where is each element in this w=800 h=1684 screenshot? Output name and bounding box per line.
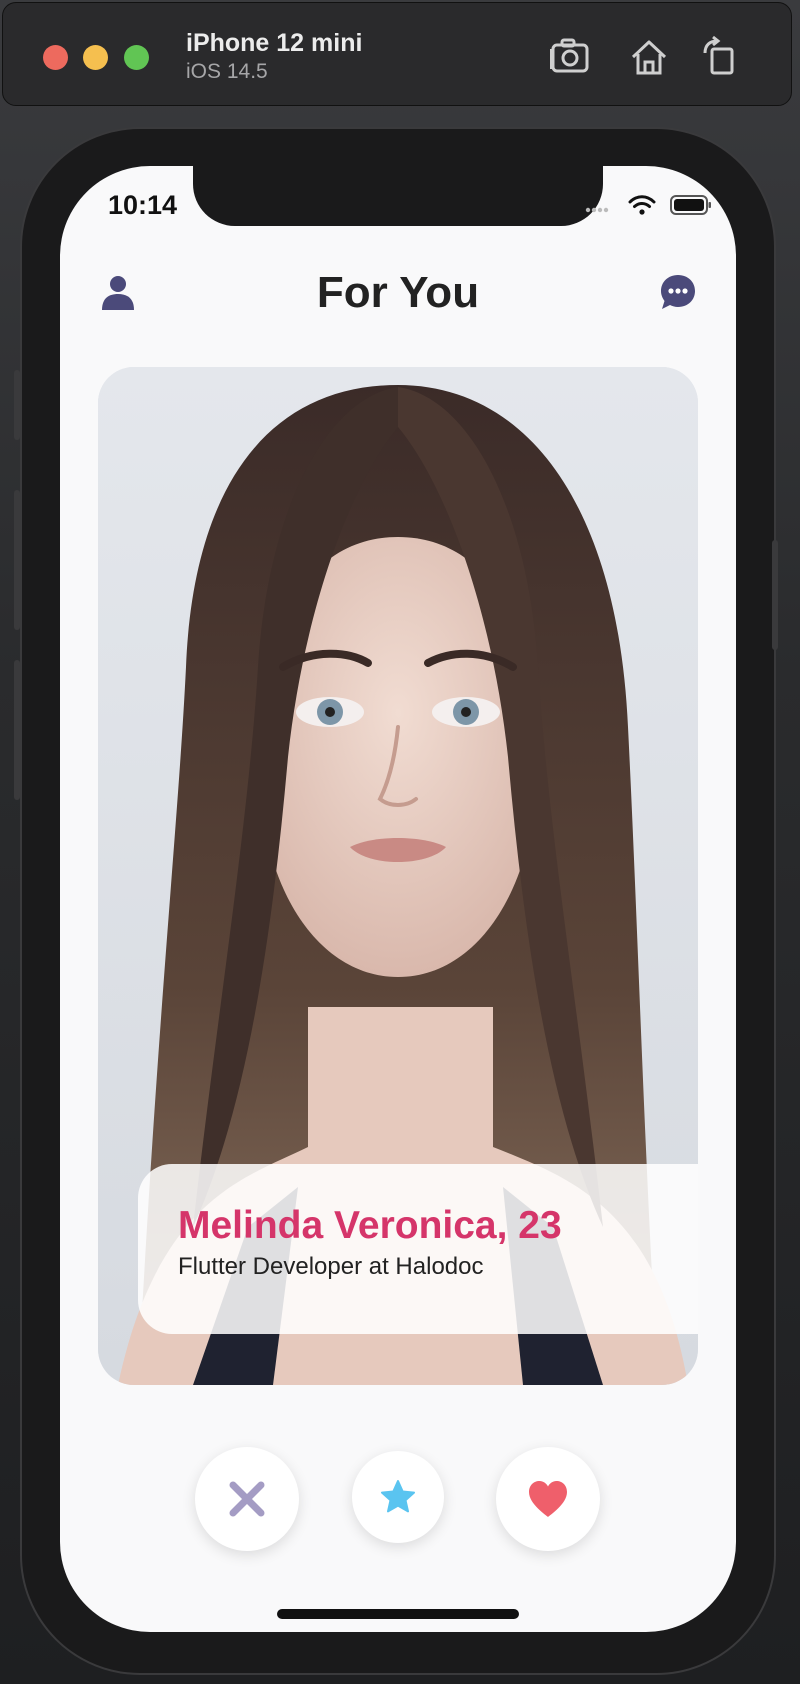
volume-up-button	[14, 490, 20, 630]
wifi-icon	[628, 195, 656, 215]
profile-name-age: Melinda Veronica, 23	[178, 1204, 562, 1247]
home-icon[interactable]	[627, 35, 671, 79]
volume-down-button	[14, 660, 20, 800]
mute-switch	[14, 370, 20, 440]
notch	[193, 166, 603, 226]
status-icons	[584, 192, 712, 218]
phone-screen: 10:14 For You Melinda Veronica, 23 Flutt…	[60, 166, 736, 1632]
status-time: 10:14	[108, 190, 178, 220]
profile-card[interactable]: Melinda Veronica, 23 Flutter Developer a…	[98, 367, 698, 1385]
power-button	[772, 540, 778, 650]
rotate-icon[interactable]	[699, 35, 743, 79]
signal-icon	[585, 207, 609, 213]
close-window-button[interactable]	[43, 45, 68, 70]
superlike-button[interactable]	[352, 1451, 444, 1543]
star-icon	[381, 1480, 415, 1513]
nope-button[interactable]	[195, 1447, 299, 1551]
page-title: For You	[316, 268, 480, 317]
profile-job: Flutter Developer at Halodoc	[178, 1253, 484, 1280]
home-indicator[interactable]	[277, 1609, 519, 1619]
desktop-background: iPhone 12 mini iOS 14.5 10:14 For You Me…	[0, 0, 800, 1684]
simulator-toolbar: iPhone 12 mini iOS 14.5	[2, 2, 792, 106]
device-name: iPhone 12 mini	[186, 29, 363, 57]
heart-icon	[529, 1481, 567, 1517]
like-button[interactable]	[496, 1447, 600, 1551]
os-version: iOS 14.5	[186, 60, 268, 83]
screenshot-icon[interactable]	[548, 35, 592, 79]
battery-icon	[670, 195, 711, 215]
profile-info-panel: Melinda Veronica, 23 Flutter Developer a…	[138, 1164, 698, 1334]
close-icon	[229, 1481, 265, 1517]
zoom-window-button[interactable]	[124, 45, 149, 70]
chat-icon[interactable]	[658, 272, 698, 312]
minimize-window-button[interactable]	[83, 45, 108, 70]
